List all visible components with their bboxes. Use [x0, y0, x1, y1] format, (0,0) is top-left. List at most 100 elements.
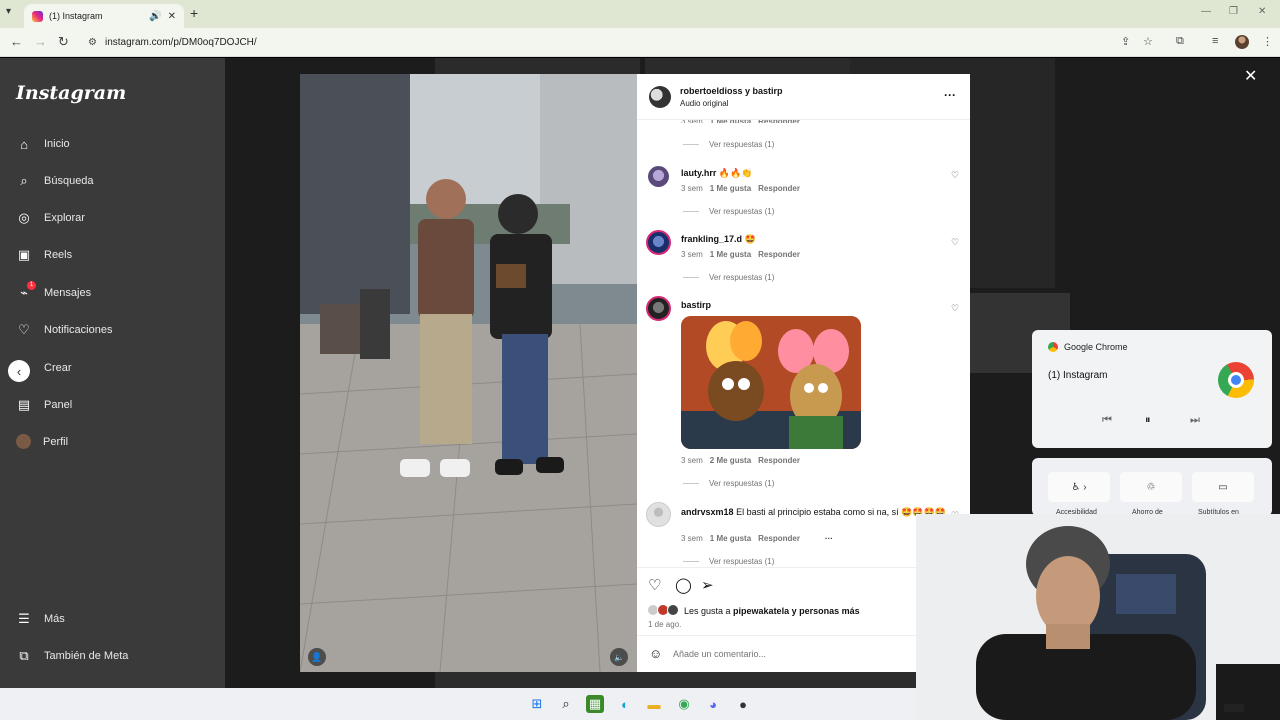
reply-button[interactable]: Responder [758, 250, 800, 259]
comment-more-icon[interactable]: ··· [825, 534, 833, 543]
address-bar[interactable]: ⚙ instagram.com/p/DM0oq7DOJCH/ [80, 31, 1100, 54]
nav-item-mensajes[interactable]: ⌁ 1 Mensajes [16, 281, 91, 301]
audio-label[interactable]: Audio original [680, 99, 728, 108]
close-window-icon[interactable]: ✕ [1258, 6, 1266, 17]
previous-track-icon[interactable]: ⏮ [1102, 414, 1112, 427]
url-text: instagram.com/p/DM0oq7DOJCH/ [104, 37, 257, 48]
edge-icon[interactable]: ◐ [616, 695, 634, 713]
windows-start-icon[interactable]: ⊞ [528, 695, 546, 713]
post-authors[interactable]: robertoeldioss y bastirp [680, 86, 783, 96]
nav-item-perfil[interactable]: Perfil [16, 434, 68, 449]
view-replies-button[interactable]: Ver respuestas (1) [683, 479, 774, 488]
comment-icon[interactable]: ◯ [675, 576, 692, 594]
nav-item-busqueda[interactable]: ⌕ Búsqueda [16, 173, 93, 189]
view-replies-label: Ver respuestas (1) [709, 273, 775, 282]
install-app-icon[interactable]: ⇪ [1121, 35, 1130, 48]
tagged-users-icon[interactable]: 👤 [308, 648, 326, 666]
nav-item-panel[interactable]: ▤ Panel [16, 397, 72, 413]
comment-input[interactable] [673, 645, 913, 663]
pause-icon[interactable]: ⏸ [1145, 414, 1151, 427]
minecraft-icon[interactable]: ▦ [586, 695, 604, 713]
comment-author[interactable]: frankling_17.d 🤩 [681, 234, 756, 245]
minimize-icon[interactable]: — [1201, 6, 1211, 17]
likes-summary[interactable]: Les gusta a pipewakatela y personas más [684, 606, 860, 616]
back-icon[interactable]: ← [10, 34, 23, 49]
comment-likes[interactable]: 1 Me gusta [710, 184, 751, 193]
app-taskbar-icon[interactable]: ● [734, 695, 752, 713]
nav-item-explorar[interactable]: ◎ Explorar [16, 210, 85, 226]
video-frame [300, 74, 637, 672]
comment-gif[interactable] [681, 316, 861, 449]
extensions-icon[interactable]: ⧉ [1176, 35, 1184, 48]
energy-saver-tile[interactable]: ♲ [1120, 472, 1182, 502]
accessibility-tile[interactable]: ♿ › [1048, 472, 1110, 502]
tab-close-icon[interactable]: ✕ [168, 11, 176, 22]
mute-icon[interactable]: 🔈 [610, 648, 628, 666]
commenter-avatar[interactable] [648, 166, 669, 187]
nav-item-meta[interactable]: ⧉ También de Meta [16, 648, 128, 664]
like-comment-icon[interactable]: ♡ [951, 170, 959, 181]
new-tab-button[interactable]: + [190, 5, 198, 21]
more-options-icon[interactable]: ··· [944, 88, 956, 102]
like-comment-icon[interactable]: ♡ [951, 303, 959, 314]
reply-button[interactable]: Responder [758, 534, 800, 543]
comment-time: 3 sem [681, 456, 703, 465]
commenter-avatar[interactable] [646, 230, 671, 255]
comment-author[interactable]: andrvsxm18 El basti al principio estaba … [681, 506, 946, 518]
tab-instagram[interactable]: (1) Instagram 🔊 ✕ [24, 4, 184, 28]
post-date[interactable]: 1 de ago. [648, 620, 681, 629]
commenter-avatar[interactable] [646, 296, 671, 321]
view-replies-button[interactable]: Ver respuestas (1) [683, 273, 774, 282]
view-replies-button[interactable]: Ver respuestas (1) [683, 207, 774, 216]
bookmark-star-icon[interactable]: ☆ [1143, 35, 1153, 48]
meta-icon: ⧉ [19, 648, 29, 663]
file-explorer-icon[interactable]: ▬ [645, 695, 663, 713]
emoji-icon[interactable]: ☺ [649, 646, 662, 661]
nav-item-reels[interactable]: ▣ Reels [16, 247, 72, 263]
tab-search-icon[interactable]: ▾ [6, 6, 11, 17]
comment-likes[interactable]: 1 Me gusta [710, 250, 751, 259]
tab-audio-icon[interactable]: 🔊 [149, 11, 161, 22]
live-captions-tile[interactable]: ▭ [1192, 472, 1254, 502]
close-modal-icon[interactable]: ✕ [1244, 66, 1257, 86]
comment-likes[interactable]: 1 Me gusta [710, 534, 751, 543]
reload-icon[interactable]: ↻ [58, 34, 69, 50]
comment-username[interactable]: lauty.hrr [681, 168, 716, 178]
reply-button[interactable]: Responder [758, 184, 800, 193]
comment-username[interactable]: bastirp [681, 300, 711, 310]
reply-button[interactable]: Responder [758, 456, 800, 465]
taskbar-search-icon[interactable]: ⌕ [557, 695, 575, 713]
nav-item-inicio[interactable]: ⌂ Inicio [16, 136, 70, 152]
next-track-icon[interactable]: ⏭ [1190, 414, 1200, 427]
chrome-taskbar-icon[interactable]: ◉ [675, 695, 693, 713]
chrome-icon [1048, 342, 1058, 352]
comment-author[interactable]: lauty.hrr 🔥🔥👏 [681, 168, 752, 179]
like-post-icon[interactable]: ♡ [648, 576, 661, 594]
likes-user[interactable]: pipewakatela [733, 606, 789, 616]
view-replies-button[interactable]: Ver respuestas (1) [683, 140, 774, 149]
browser-profile-avatar[interactable] [1235, 35, 1249, 49]
comment-meta: 3 sem 1 Me gusta Responder [681, 250, 800, 259]
like-comment-icon[interactable]: ♡ [951, 237, 959, 248]
share-icon[interactable]: ➢ [701, 576, 714, 594]
media-controls-icon[interactable]: ≡ [1212, 35, 1218, 47]
nav-label: Panel [44, 399, 73, 411]
view-replies-button[interactable]: Ver respuestas (1) [683, 557, 774, 566]
chrome-menu-icon[interactable]: ⋮ [1262, 35, 1273, 48]
comment-username[interactable]: andrvsxm18 [681, 507, 734, 517]
nav-item-mas[interactable]: ☰ Más [16, 611, 65, 627]
forward-icon[interactable]: → [34, 34, 47, 49]
commenter-avatar[interactable] [646, 502, 671, 527]
comment-likes[interactable]: 2 Me gusta [710, 456, 751, 465]
collapse-back-button[interactable]: ‹ [8, 360, 30, 382]
likes-suffix[interactable]: y personas más [789, 606, 860, 616]
nav-item-notificaciones[interactable]: ♡ Notificaciones [16, 322, 112, 338]
site-info-icon[interactable]: ⚙ [88, 37, 97, 48]
post-video[interactable]: 👤 🔈 [300, 74, 637, 672]
discord-icon[interactable]: ◕ [704, 695, 722, 713]
author-avatar[interactable] [649, 86, 671, 108]
comment-username[interactable]: frankling_17.d [681, 234, 742, 244]
comment-author[interactable]: bastirp [681, 300, 711, 310]
instagram-logo[interactable]: Instagram [16, 82, 126, 104]
maximize-icon[interactable]: ❐ [1229, 6, 1238, 17]
